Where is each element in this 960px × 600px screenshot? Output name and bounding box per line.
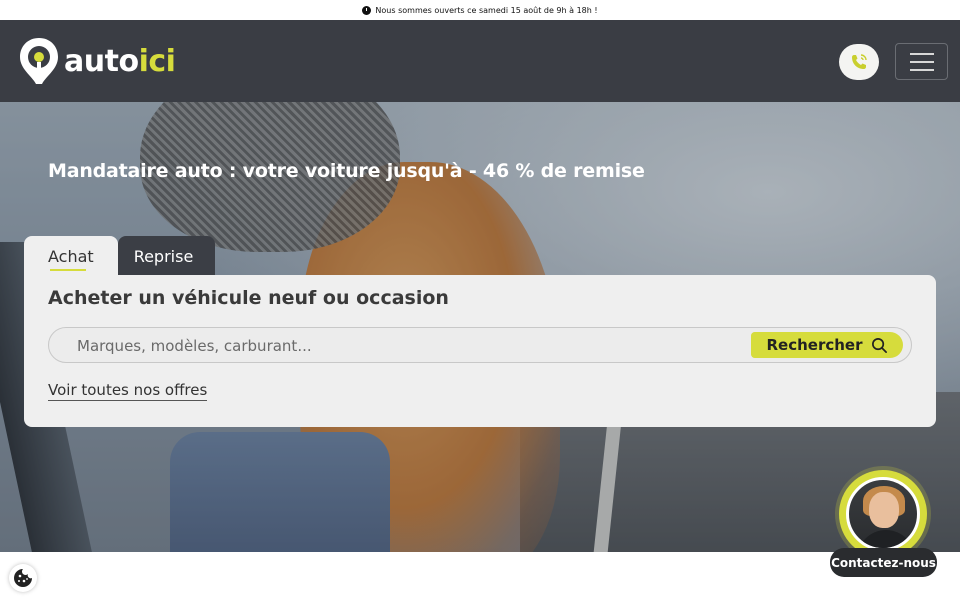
hamburger-line — [909, 60, 934, 63]
search-input[interactable] — [77, 334, 737, 358]
phone-icon — [852, 54, 867, 69]
announcement-text: Nous sommes ouverts ce samedi 15 août de… — [375, 5, 598, 15]
logo-wordmark: autoici — [64, 43, 176, 79]
hero-banner: Mandataire auto : votre voiture jusqu'à … — [0, 102, 960, 552]
menu-button[interactable] — [895, 43, 948, 80]
logo-text-ici: ici — [138, 43, 176, 79]
tab-reprise[interactable]: Reprise — [117, 236, 216, 276]
search-panel: Acheter un véhicule neuf ou occasion Rec… — [24, 275, 936, 427]
agent-face — [869, 492, 899, 528]
search-bar: Rechercher — [48, 327, 912, 363]
tab-achat[interactable]: Achat — [24, 236, 118, 276]
location-pin-icon — [20, 38, 58, 84]
site-header: autoici — [0, 20, 960, 102]
search-tabs: Achat Reprise — [24, 236, 216, 276]
logo-text-auto: auto — [64, 43, 139, 79]
search-icon — [871, 337, 887, 353]
search-button-label: Rechercher — [766, 336, 863, 354]
hero-headline: Mandataire auto : votre voiture jusqu'à … — [48, 160, 645, 182]
logo[interactable]: autoici — [18, 36, 176, 86]
hamburger-icon — [909, 52, 934, 55]
clock-icon — [362, 5, 372, 15]
cookie-settings-button[interactable] — [9, 564, 37, 592]
contact-agent-ring — [839, 470, 927, 558]
contact-us-button[interactable]: Contactez-nous — [830, 548, 937, 577]
hamburger-line — [909, 68, 934, 71]
all-offers-link[interactable]: Voir toutes nos offres — [48, 381, 208, 401]
phone-button[interactable] — [839, 44, 879, 80]
search-button[interactable]: Rechercher — [751, 332, 903, 358]
cookie-icon — [14, 569, 32, 587]
agent-photo — [846, 477, 920, 551]
search-panel-title: Acheter un véhicule neuf ou occasion — [48, 287, 449, 309]
announcement-bar: Nous sommes ouverts ce samedi 15 août de… — [0, 0, 960, 20]
